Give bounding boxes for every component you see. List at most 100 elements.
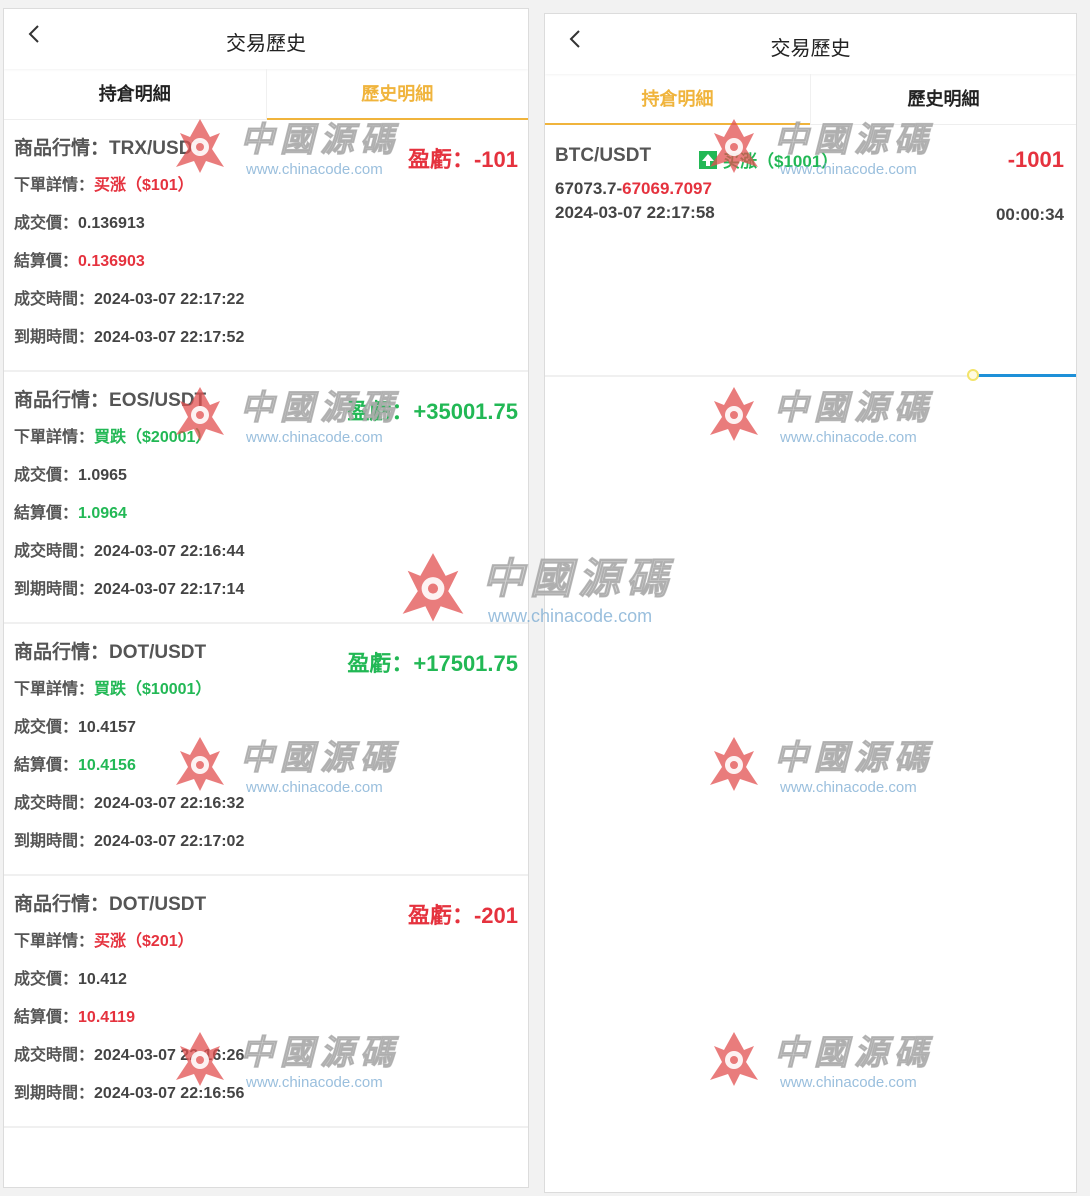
deal-time: 2024-03-07 22:16:26 (94, 1047, 245, 1064)
order-row: 下單詳情：买涨（$101） (14, 175, 518, 213)
profit-value: 盈虧：-201 (408, 898, 518, 930)
market-label: 商品行情： (14, 894, 110, 915)
market-label: 商品行情： (14, 642, 110, 663)
deal-price: 10.4157 (78, 719, 136, 736)
order-row: 下單詳情：買跌（$10001） (14, 679, 518, 717)
deal-price-row: 成交價：1.0965 (14, 465, 518, 503)
profit-label: 盈虧： (347, 399, 414, 424)
deal-price: 0.136913 (78, 215, 145, 232)
market-label: 商品行情： (14, 390, 110, 411)
deal-price-row: 成交價：0.136913 (14, 213, 518, 251)
history-card[interactable]: 商品行情：DOT/USDT 盈虧：-201 下單詳情：买涨（$201） 成交價：10.… (4, 876, 528, 1128)
order-label: 下單詳情： (14, 933, 95, 950)
position-prices: 67073.7-67069.7097 (555, 179, 1066, 199)
open-price: 67073.7- (555, 179, 623, 198)
expire-time: 2024-03-07 22:17:52 (94, 329, 245, 346)
settle-price-row: 結算價：10.4156 (14, 755, 518, 793)
deal-price-label: 成交價： (14, 467, 79, 484)
deal-price-row: 成交價：10.4157 (14, 717, 518, 755)
settle-price: 10.4119 (78, 1009, 135, 1026)
market-symbol: DOT/USDT (109, 894, 207, 915)
profit-amount: +17501.75 (413, 651, 518, 676)
tab-bar: 持倉明細 歷史明細 (545, 74, 1076, 125)
settle-price: 10.4156 (78, 757, 136, 774)
order-label: 下單詳情： (14, 429, 95, 446)
deal-time-label: 成交時間： (14, 795, 95, 812)
countdown: 00:00:34 (995, 205, 1064, 224)
history-card[interactable]: 商品行情：EOS/USDT 盈虧：+35001.75 下單詳情：買跌（$20001）… (4, 372, 528, 624)
position-item[interactable]: BTC/USDT 买涨（$1001） -1001 67073.7-67069.7… (545, 125, 1076, 375)
order-detail: 买涨（$201） (94, 933, 194, 950)
positions-screen: 交易歷史 持倉明細 歷史明細 BTC/USDT 买涨（$1001） -1001 … (544, 13, 1077, 1193)
expire-time-label: 到期時間： (14, 329, 95, 346)
tab-history[interactable]: 歷史明細 (810, 74, 1076, 124)
profit-value: 盈虧：+17501.75 (347, 646, 518, 678)
order-detail: 买涨（$101） (94, 177, 194, 194)
order-label: 下單詳情： (14, 177, 95, 194)
deal-time-label: 成交時間： (14, 291, 95, 308)
deal-time-row: 成交時間：2024-03-07 22:16:44 (14, 541, 518, 579)
tab-history[interactable]: 歷史明細 (265, 69, 529, 120)
progress-bar (975, 374, 1076, 377)
deal-time-label: 成交時間： (14, 1047, 95, 1064)
settle-price: 1.0964 (78, 505, 127, 522)
history-screen: 交易歷史 持倉明細 歷史明細 商品行情：TRX/USDT 盈虧：-101 下單詳情：… (3, 8, 529, 1188)
settle-price-row: 結算價：1.0964 (14, 503, 518, 541)
deal-time: 2024-03-07 22:17:22 (94, 291, 245, 308)
progress-handle (967, 369, 979, 381)
profit-amount: -101 (473, 147, 518, 172)
order-label: 下單詳情： (14, 681, 95, 698)
order-row: 下單詳情：买涨（$201） (14, 931, 518, 969)
deal-time-row: 成交時間：2024-03-07 22:16:26 (14, 1045, 518, 1083)
up-arrow-icon (699, 150, 717, 169)
settle-price-row: 結算價：0.136903 (14, 251, 518, 289)
expire-time: 2024-03-07 22:16:56 (94, 1085, 245, 1102)
history-card[interactable]: 商品行情：TRX/USDT 盈虧：-101 下單詳情：买涨（$101） 成交價：0.1… (4, 120, 528, 372)
deal-price: 1.0965 (78, 467, 127, 484)
position-direction: 买涨（$1001） (699, 147, 838, 172)
tab-positions[interactable]: 持倉明細 (545, 74, 810, 125)
expire-time-label: 到期時間： (14, 833, 95, 850)
deal-price: 10.412 (78, 971, 127, 988)
expire-time-label: 到期時間： (14, 581, 95, 598)
settle-price-label: 結算價： (14, 253, 79, 270)
current-price: 67069.7097 (622, 179, 712, 198)
profit-amount: +35001.75 (413, 399, 518, 424)
deal-time-row: 成交時間：2024-03-07 22:17:22 (14, 289, 518, 327)
history-card[interactable]: 商品行情：DOT/USDT 盈虧：+17501.75 下單詳情：買跌（$10001）… (4, 624, 528, 876)
position-direction-label: 买涨（$1001） (723, 152, 839, 171)
expire-time-row: 到期時間：2024-03-07 22:16:56 (14, 1083, 518, 1121)
profit-amount: -201 (473, 903, 518, 928)
tab-bar: 持倉明細 歷史明細 (4, 69, 528, 120)
expire-time: 2024-03-07 22:17:02 (94, 833, 245, 850)
market-symbol: EOS/USDT (109, 390, 207, 411)
deal-price-label: 成交價： (14, 971, 79, 988)
expire-time-label: 到期時間： (14, 1085, 95, 1102)
nav-bar: 交易歷史 (4, 9, 528, 69)
settle-price-label: 結算價： (14, 757, 79, 774)
deal-price-label: 成交價： (14, 215, 79, 232)
settle-price: 0.136903 (78, 253, 145, 270)
deal-price-row: 成交價：10.412 (14, 969, 518, 1007)
settle-price-label: 結算價： (14, 505, 79, 522)
deal-time-label: 成交時間： (14, 543, 95, 560)
page-title: 交易歷史 (226, 33, 306, 55)
deal-time: 2024-03-07 22:16:32 (94, 795, 245, 812)
profit-label: 盈虧： (407, 147, 474, 172)
deal-time: 2024-03-07 22:16:44 (94, 543, 245, 560)
settle-price-label: 結算價： (14, 1009, 79, 1026)
profit-label: 盈虧： (407, 903, 474, 928)
settle-price-row: 結算價：10.4119 (14, 1007, 518, 1045)
market-label: 商品行情： (14, 138, 110, 159)
expire-time: 2024-03-07 22:17:14 (94, 581, 245, 598)
deal-time-row: 成交時間：2024-03-07 22:16:32 (14, 793, 518, 831)
position-time: 2024-03-07 22:17:58 (555, 203, 715, 222)
nav-bar: 交易歷史 (545, 14, 1076, 74)
market-symbol: DOT/USDT (109, 642, 207, 663)
page-title: 交易歷史 (770, 38, 851, 60)
order-row: 下單詳情：買跌（$20001） (14, 427, 518, 465)
position-pl: -1001 (1007, 147, 1064, 172)
expire-time-row: 到期時間：2024-03-07 22:17:02 (14, 831, 518, 869)
profit-label: 盈虧： (347, 651, 414, 676)
tab-positions[interactable]: 持倉明細 (4, 69, 266, 119)
